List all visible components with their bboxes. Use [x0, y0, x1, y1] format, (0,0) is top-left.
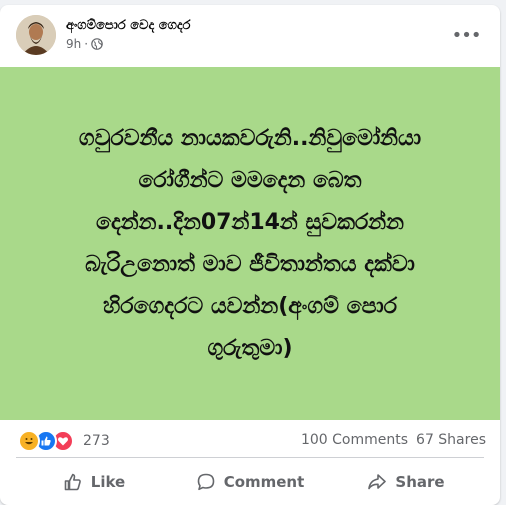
comment-icon: [197, 473, 214, 491]
post-time[interactable]: 9h: [66, 37, 81, 51]
reaction-count: 273: [83, 433, 110, 449]
comment-label: Comment: [223, 473, 305, 491]
author-name[interactable]: අංගම්පොර වෙද ගෙදර: [66, 18, 191, 33]
haha-icon: [18, 430, 40, 452]
post-meta: 9h ·: [66, 37, 103, 51]
post-card: අංගම්පොර වෙද ගෙදර 9h · ••• ගවුරවනීය නායක…: [0, 5, 500, 505]
post-image[interactable]: ගවුරවනීය නායකවරුනි..නිවුමෝනියා රෝගීන්ට ම…: [0, 67, 500, 420]
share-button[interactable]: Share: [328, 460, 484, 504]
share-icon: [368, 474, 387, 490]
comment-button[interactable]: Comment: [172, 460, 328, 504]
reactions-summary[interactable]: 273: [18, 430, 110, 452]
meta-separator: ·: [84, 37, 89, 51]
like-label: Like: [90, 473, 126, 491]
post-stats: 273 100 Comments 67 Shares: [0, 423, 500, 457]
engagement-counts: 100 Comments 67 Shares: [301, 432, 486, 448]
actions-divider: [16, 457, 484, 458]
shares-count[interactable]: 67 Shares: [416, 432, 486, 448]
post-header: අංගම්පොර වෙද ගෙදර 9h · •••: [0, 5, 500, 67]
action-bar: Like Comment Share: [16, 460, 484, 504]
more-options-icon[interactable]: •••: [452, 23, 482, 47]
author-avatar[interactable]: [16, 15, 56, 55]
thumbs-up-icon: [64, 473, 81, 491]
like-button[interactable]: Like: [16, 460, 172, 504]
share-label: Share: [395, 473, 445, 491]
comments-count[interactable]: 100 Comments: [301, 432, 408, 448]
globe-icon: [91, 38, 103, 50]
post-image-text: ගවුරවනීය නායකවරුනි..නිවුමෝනියා රෝගීන්ට ම…: [78, 125, 422, 361]
